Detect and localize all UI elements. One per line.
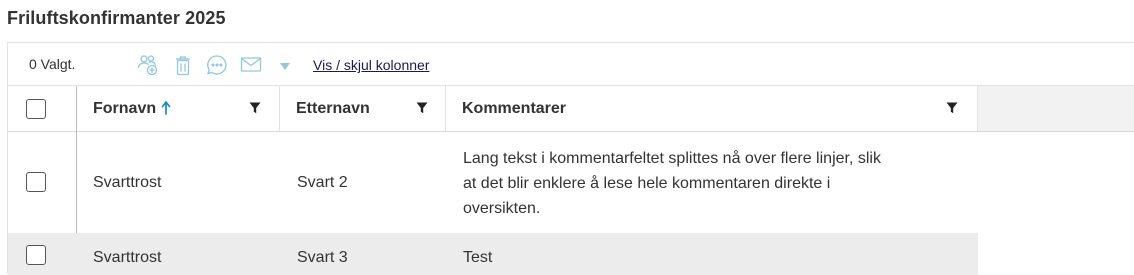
table-header: Fornavn Etternavn Kommentarer <box>8 86 1134 132</box>
toggle-columns-link[interactable]: Vis / skjul kolonner <box>313 57 429 73</box>
cell-etternavn: Svart 3 <box>297 249 348 266</box>
dropdown-caret-icon[interactable] <box>278 53 292 77</box>
toolbar: 0 Valgt. Vis / skjul kolonner <box>8 43 1134 86</box>
cell-kommentar: Test <box>463 249 493 266</box>
row-checkbox[interactable] <box>26 172 46 192</box>
filter-icon[interactable] <box>416 101 428 114</box>
header-filler <box>978 86 1134 131</box>
sort-ascending-icon <box>161 100 171 118</box>
mail-icon[interactable] <box>239 53 263 77</box>
selected-count: 0 Valgt. <box>29 56 76 72</box>
cell-kommentar: Lang tekst i kommentarfeltet splittes nå… <box>463 146 881 221</box>
table-row[interactable]: Svarttrost Svart 2 Lang tekst i kommenta… <box>8 132 978 233</box>
column-label: Kommentarer <box>462 100 567 117</box>
cell-fornavn: Svarttrost <box>93 249 162 266</box>
page-title: Friluftskonfirmanter 2025 <box>7 8 226 28</box>
comment-line: Lang tekst i kommentarfeltet splittes nå… <box>463 150 881 167</box>
column-header-fornavn[interactable]: Fornavn <box>77 86 280 131</box>
column-header-etternavn[interactable]: Etternavn <box>280 86 446 131</box>
trash-icon[interactable] <box>171 53 195 77</box>
cell-fornavn: Svarttrost <box>93 174 162 191</box>
comment-line: oversikten. <box>463 200 541 217</box>
participants-panel: 0 Valgt. Vis / skjul kolonner Fornavn Et… <box>7 42 1134 275</box>
cell-etternavn: Svart 2 <box>297 174 348 191</box>
select-all-checkbox[interactable] <box>26 99 46 119</box>
add-users-icon[interactable] <box>136 53 160 77</box>
chat-bubble-icon[interactable] <box>205 53 229 77</box>
column-label: Etternavn <box>296 100 370 117</box>
filter-icon[interactable] <box>946 101 958 114</box>
table-row[interactable]: Svarttrost Svart 3 Test <box>8 233 978 275</box>
filter-icon[interactable] <box>249 101 261 114</box>
column-header-kommentarer[interactable]: Kommentarer <box>446 86 978 131</box>
comment-line: at det blir enklere å lese hele kommenta… <box>463 175 831 192</box>
column-label: Fornavn <box>93 100 171 118</box>
row-checkbox[interactable] <box>26 245 46 265</box>
